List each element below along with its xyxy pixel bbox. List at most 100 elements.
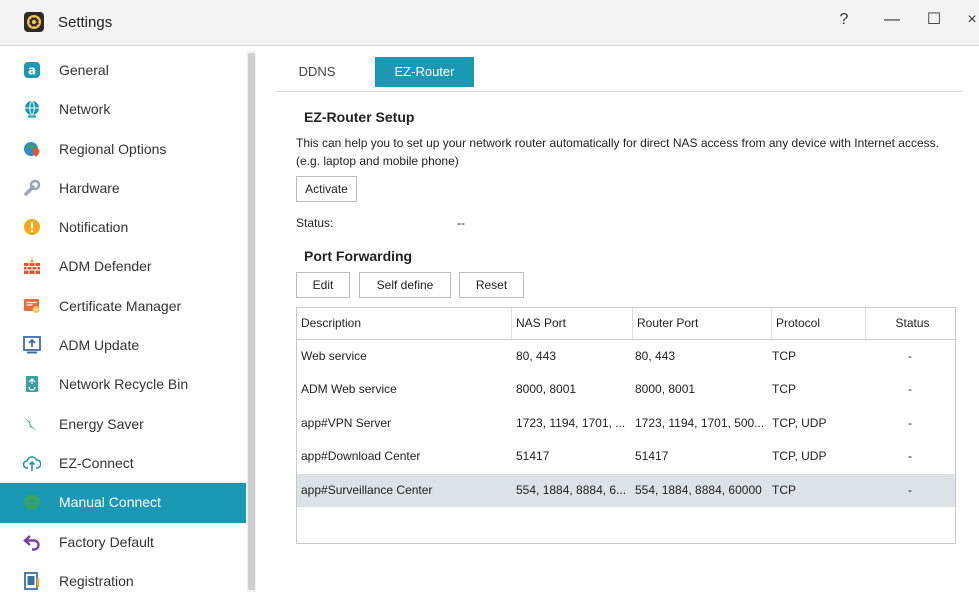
ez-router-description: This can help you to set up your network… [296, 136, 939, 168]
regional-pin-icon [24, 141, 40, 157]
sidebar-item-network[interactable]: Network [0, 90, 246, 129]
cell-description: Web service [301, 349, 367, 363]
cell-protocol: TCP, UDP [772, 415, 827, 430]
sidebar: a General Network Regional Options Hardw… [0, 47, 256, 592]
sidebar-item-certificate-manager[interactable]: Certificate Manager [0, 287, 246, 326]
table-row[interactable]: ADM Web service 8000, 8001 8000, 8001 TC… [297, 373, 955, 406]
cell-protocol: TCP [772, 349, 796, 363]
tab-ddns[interactable]: DDNS [288, 57, 346, 87]
cell-nas-port: 80, 443 [516, 349, 557, 363]
certificate-icon [24, 298, 40, 313]
svg-text:a: a [28, 64, 36, 78]
sidebar-item-label: Registration [59, 572, 134, 589]
sidebar-item-label: Network [59, 101, 111, 118]
registration-icon [24, 571, 40, 590]
table-row[interactable]: Web service 80, 443 80, 443 TCP - [297, 340, 955, 373]
manual-connect-icon [24, 494, 40, 510]
cell-status: - [908, 482, 912, 497]
activate-button[interactable]: Activate [296, 176, 357, 202]
hardware-wrench-icon [24, 179, 41, 196]
sidebar-item-energy-saver[interactable]: Energy Saver [0, 405, 246, 444]
cell-description: ADM Web service [301, 382, 397, 397]
sidebar-item-factory-default[interactable]: Factory Default [0, 523, 246, 562]
sidebar-item-label: ADM Defender [59, 258, 152, 275]
column-header-status[interactable]: Status [865, 308, 955, 339]
self-define-button[interactable]: Self define [359, 272, 451, 298]
sidebar-item-general[interactable]: a General [0, 51, 246, 90]
column-header-nas-port[interactable]: NAS Port [511, 308, 632, 339]
cell-description: app#Download Center [301, 449, 421, 464]
cell-status: - [908, 349, 912, 363]
globe-icon [25, 100, 39, 118]
cloud-upload-icon [23, 456, 41, 471]
title-bar: Settings ? — ☐ × [0, 0, 979, 46]
sidebar-item-label: Factory Default [59, 533, 154, 550]
sidebar-item-regional-options[interactable]: Regional Options [0, 130, 246, 169]
energy-icon [24, 416, 37, 431]
cell-description: app#VPN Server [301, 415, 392, 430]
sidebar-item-notification[interactable]: Notification [0, 208, 246, 247]
sidebar-item-ez-connect[interactable]: EZ-Connect [0, 444, 246, 483]
ez-router-setup-title: EZ-Router Setup [304, 109, 415, 125]
column-header-description[interactable]: Description [297, 308, 511, 339]
general-icon: a [24, 62, 40, 78]
sidebar-item-label: Notification [59, 219, 129, 236]
status-label: Status: [296, 216, 334, 230]
sidebar-item-network-recycle-bin[interactable]: Network Recycle Bin [0, 365, 246, 404]
cell-router-port: 8000, 8001 [635, 382, 696, 397]
cell-nas-port: 8000, 8001 [516, 382, 577, 397]
undo-arrow-icon [23, 534, 40, 551]
sidebar-item-label: Certificate Manager [59, 297, 182, 314]
window-title: Settings [58, 14, 113, 31]
settings-app-icon [24, 12, 44, 32]
sidebar-item-label: Regional Options [59, 140, 167, 157]
sidebar-item-hardware[interactable]: Hardware [0, 169, 246, 208]
cell-nas-port: 554, 1884, 8884, 6... [516, 482, 627, 497]
close-icon[interactable]: × [960, 8, 979, 32]
sidebar-item-label: Energy Saver [59, 415, 144, 432]
cell-status: - [908, 449, 912, 464]
sidebar-item-label: Manual Connect [59, 494, 161, 511]
update-icon [23, 336, 41, 354]
sidebar-item-label: Hardware [59, 179, 120, 196]
maximize-icon[interactable]: ☐ [922, 8, 946, 32]
table-row-selected[interactable]: app#Surveillance Center 554, 1884, 8884,… [297, 473, 955, 507]
sidebar-item-label: ADM Update [59, 337, 140, 354]
cell-protocol: TCP, UDP [772, 449, 827, 464]
column-header-protocol[interactable]: Protocol [771, 308, 865, 339]
sidebar-item-adm-update[interactable]: ADM Update [0, 326, 246, 365]
minimize-icon[interactable]: — [880, 8, 904, 32]
sidebar-item-label: General [59, 62, 109, 78]
table-row[interactable]: app#VPN Server 1723, 1194, 1701, ... 172… [297, 407, 955, 440]
edit-button[interactable]: Edit [296, 272, 350, 298]
status-value: -- [457, 216, 465, 230]
tab-ez-router[interactable]: EZ-Router [375, 57, 474, 87]
sidebar-item-label: Network Recycle Bin [59, 376, 189, 393]
table-row[interactable]: app#Download Center 51417 51417 TCP, UDP… [297, 440, 955, 473]
tab-bar: DDNS EZ-Router [276, 57, 962, 92]
sidebar-scrollbar[interactable] [247, 51, 256, 592]
cell-router-port: 80, 443 [635, 349, 676, 363]
cell-router-port: 51417 [635, 449, 669, 464]
cell-status: - [908, 382, 912, 397]
port-forwarding-table: Description NAS Port Router Port Protoco… [296, 307, 956, 544]
cell-nas-port: 51417 [516, 449, 550, 464]
column-header-router-port[interactable]: Router Port [632, 308, 771, 339]
cell-router-port: 1723, 1194, 1701, 500... [635, 415, 765, 430]
notification-icon [24, 219, 40, 236]
table-header: Description NAS Port Router Port Protoco… [297, 308, 955, 340]
sidebar-list: a General Network Regional Options Hardw… [0, 51, 246, 592]
cell-protocol: TCP [772, 482, 796, 497]
sidebar-item-label: EZ-Connect [59, 454, 134, 471]
sidebar-item-adm-defender[interactable]: ADM Defender [0, 247, 246, 286]
cell-nas-port: 1723, 1194, 1701, ... [516, 415, 626, 430]
cell-description: app#Surveillance Center [301, 482, 433, 497]
sidebar-item-manual-connect[interactable]: Manual Connect [0, 483, 246, 523]
sidebar-scrollbar-thumb[interactable] [248, 53, 255, 590]
reset-button[interactable]: Reset [459, 272, 524, 298]
cell-status: - [908, 415, 912, 430]
port-forwarding-title: Port Forwarding [304, 248, 413, 264]
help-icon[interactable]: ? [832, 8, 856, 32]
recycle-bin-icon [26, 376, 38, 393]
sidebar-item-registration[interactable]: Registration [0, 562, 246, 592]
